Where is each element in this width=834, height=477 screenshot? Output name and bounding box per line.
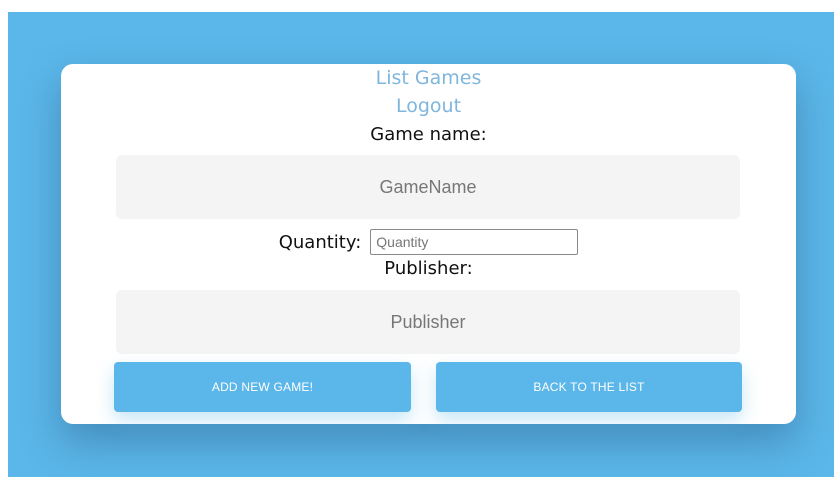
publisher-input[interactable] (116, 290, 740, 354)
quantity-row: Quantity: (61, 229, 796, 255)
quantity-input[interactable] (370, 229, 579, 255)
list-games-link[interactable]: List Games (61, 67, 796, 89)
add-new-game-button[interactable]: ADD NEW GAME! (114, 362, 411, 412)
quantity-label: Quantity: (278, 231, 362, 253)
add-game-card: List Games Logout Game name: Quantity: P… (61, 64, 796, 424)
game-name-label: Game name: (370, 124, 487, 145)
page-background: List Games Logout Game name: Quantity: P… (8, 12, 834, 477)
back-to-list-button[interactable]: BACK TO THE LIST (436, 362, 742, 412)
logout-link[interactable]: Logout (61, 95, 796, 117)
publisher-label: Publisher: (384, 258, 473, 279)
game-name-input[interactable] (116, 155, 740, 219)
